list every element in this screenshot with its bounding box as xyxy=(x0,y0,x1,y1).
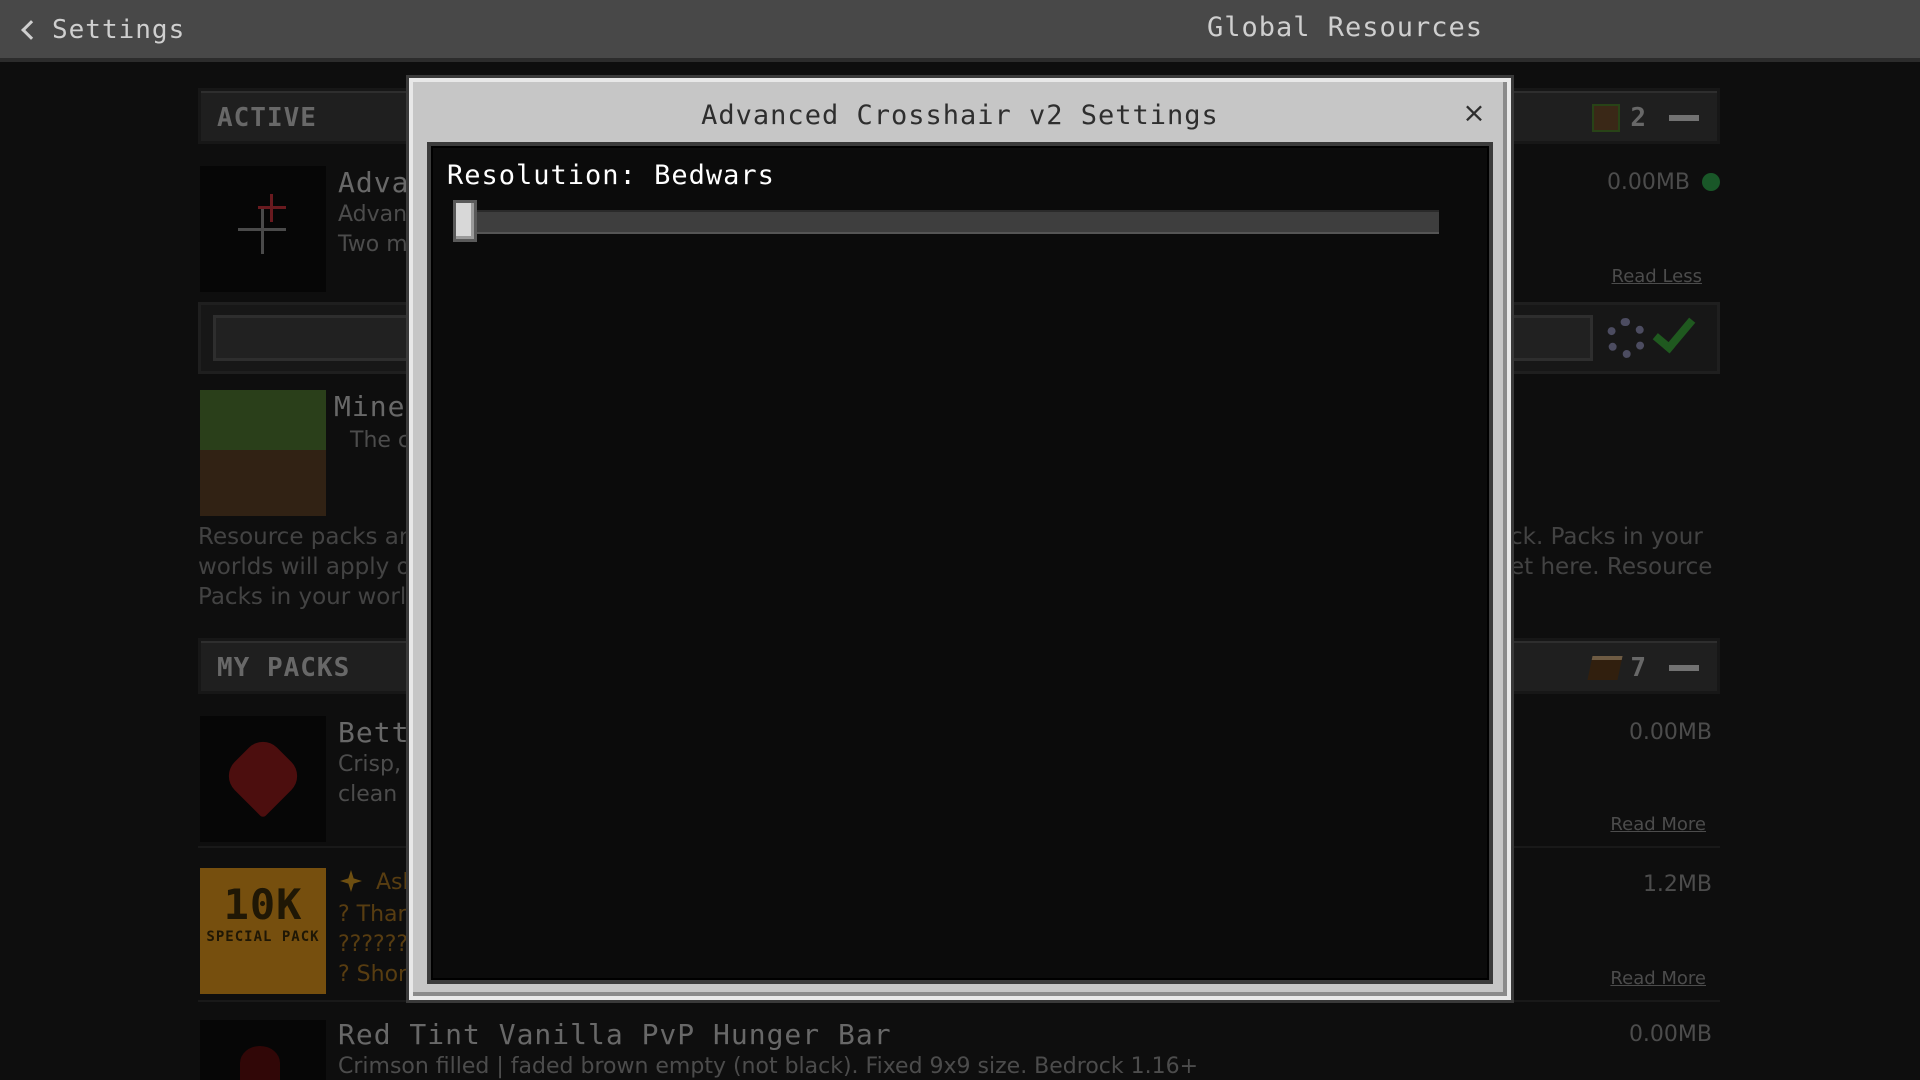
resolution-slider-thumb[interactable] xyxy=(453,200,477,242)
page-title: Global Resources xyxy=(1206,12,1484,43)
modal-body: Resolution: Bedwars xyxy=(427,142,1493,984)
slider-label: Resolution: Bedwars xyxy=(447,160,775,191)
back-button[interactable]: Settings xyxy=(14,10,185,50)
close-icon[interactable]: × xyxy=(1459,98,1489,128)
resolution-slider-track[interactable] xyxy=(475,210,1439,234)
top-bar: Settings Global Resources xyxy=(0,0,1920,62)
back-label: Settings xyxy=(52,15,186,45)
modal-title: Advanced Crosshair v2 Settings xyxy=(701,100,1219,131)
settings-modal: Advanced Crosshair v2 Settings × Resolut… xyxy=(409,78,1511,1000)
back-chevron-icon xyxy=(21,20,41,40)
